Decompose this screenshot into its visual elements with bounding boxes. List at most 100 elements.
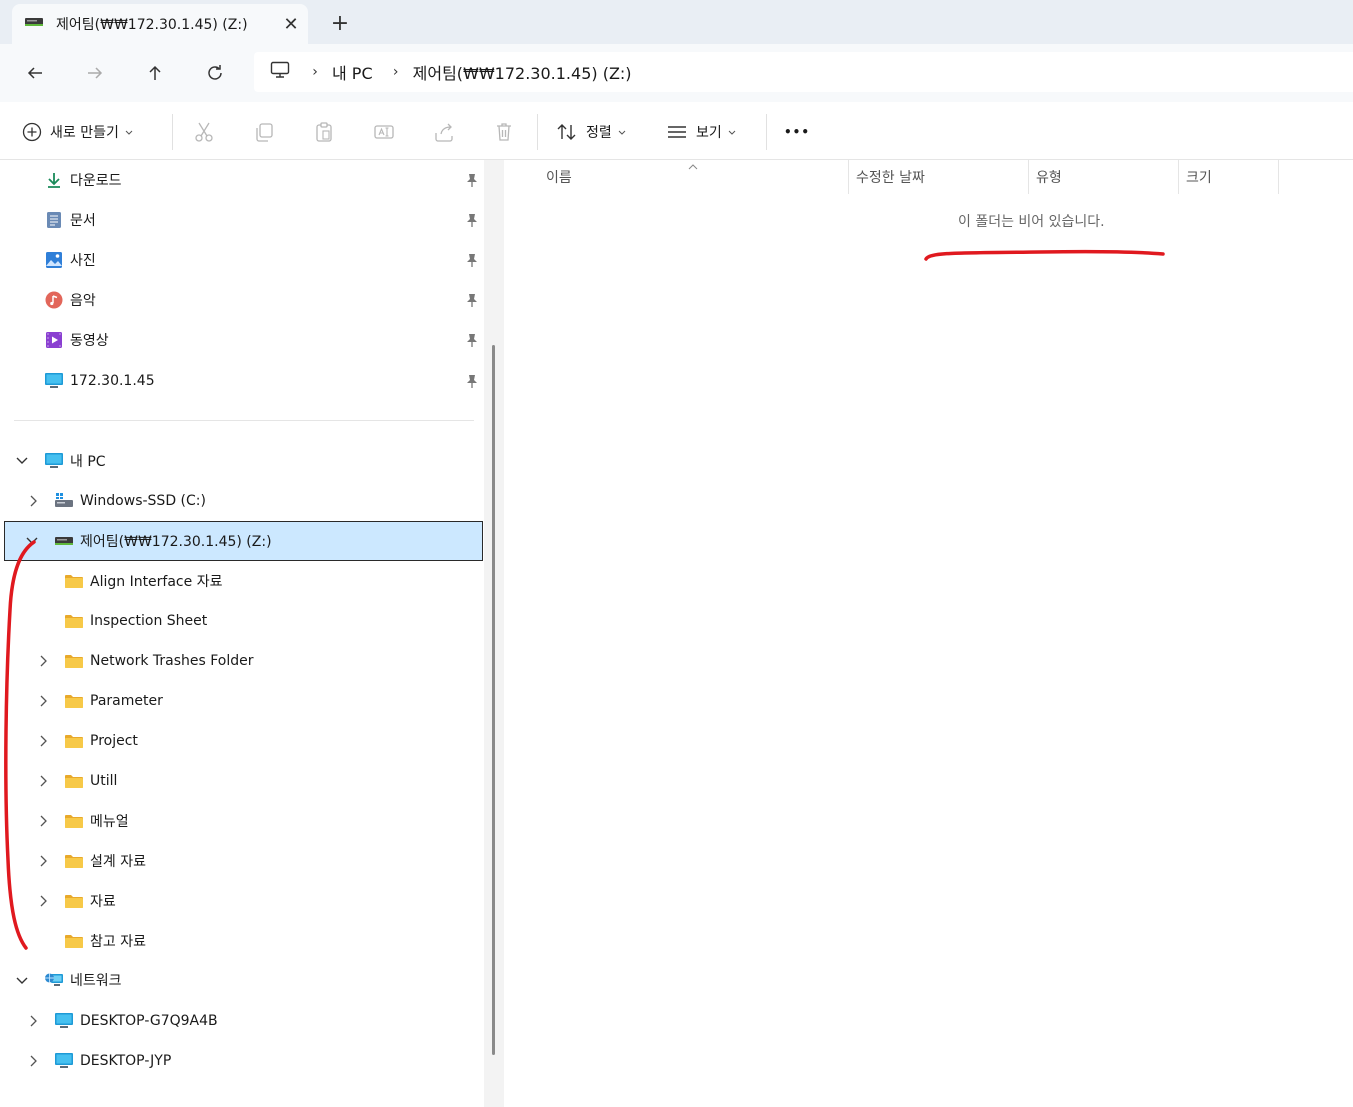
address-row: › 내 PC › 제어팀(₩₩172.30.1.45) (Z:) [0,44,1353,102]
cut-button[interactable] [193,114,215,150]
folder-icon [64,811,84,831]
tree-folder[interactable]: 메뉴얼 [64,801,129,841]
tab-close-icon[interactable]: ✕ [274,7,308,41]
tree-label: Align Interface 자료 [90,574,223,590]
sort-arrow-up-icon [688,158,698,174]
tree-label: 내 PC [70,454,106,470]
quick-access-network-pc[interactable]: 172.30.1.45 [44,361,155,401]
tree-label: DESKTOP-JYP [80,1053,172,1069]
chevron-right-icon[interactable] [36,853,52,869]
tree-z-drive[interactable]: 제어팀(₩₩172.30.1.45) (Z:) [54,521,272,561]
rename-button[interactable] [373,114,395,150]
tree-this-pc[interactable]: 내 PC [44,441,106,481]
copy-button[interactable] [253,114,275,150]
column-divider[interactable] [1278,160,1279,194]
document-icon [44,210,64,230]
quick-access-music[interactable]: 음악 [44,280,96,320]
address-bar[interactable]: › 내 PC › 제어팀(₩₩172.30.1.45) (Z:) [254,52,1353,92]
nav-scrollbar-thumb[interactable] [492,345,495,1055]
pin-icon[interactable] [462,371,482,391]
tree-c-drive[interactable]: Windows-SSD (C:) [54,481,206,521]
chevron-down-icon[interactable] [14,453,30,469]
pin-icon[interactable] [462,330,482,350]
chevron-right-icon[interactable] [36,773,52,789]
tree-label: Network Trashes Folder [90,653,254,669]
quick-access-videos[interactable]: 동영상 [44,320,109,360]
tree-folder[interactable]: Inspection Sheet [64,601,207,641]
tab-active[interactable]: 제어팀(₩₩172.30.1.45) (Z:) ✕ [12,4,308,44]
more-options-button[interactable]: ••• [784,114,810,150]
column-divider[interactable] [848,160,849,194]
pin-icon[interactable] [462,210,482,230]
chevron-down-icon[interactable] [24,533,40,549]
chevron-down-icon[interactable] [14,973,30,989]
back-button[interactable] [16,54,54,92]
tree-label: DESKTOP-G7Q9A4B [80,1013,218,1029]
toolbar-divider [537,114,538,150]
tree-folder[interactable]: Align Interface 자료 [64,561,222,601]
quick-access-pictures[interactable]: 사진 [44,240,96,280]
toolbar-divider [172,114,173,150]
quick-access-documents[interactable]: 문서 [44,200,96,240]
forward-button[interactable] [76,54,114,92]
view-button[interactable]: 보기 [666,114,736,150]
tree-network[interactable]: 네트워크 [44,960,122,1000]
paste-icon [316,122,332,142]
share-icon [435,123,453,142]
videos-icon [44,330,64,350]
column-divider[interactable] [1028,160,1029,194]
folder-icon [64,691,84,711]
cut-icon [195,122,213,142]
paste-button[interactable] [313,114,335,150]
breadcrumb-z-drive[interactable]: 제어팀(₩₩172.30.1.45) (Z:) [413,60,632,84]
chevron-right-icon[interactable] [36,813,52,829]
pin-icon[interactable] [462,170,482,190]
breadcrumb-separator[interactable]: › [298,64,332,80]
tree-folder[interactable]: Network Trashes Folder [64,641,254,681]
new-tab-button[interactable]: + [322,6,358,40]
up-button[interactable] [136,54,174,92]
tree-network-computer[interactable]: DESKTOP-JYP [54,1041,171,1081]
delete-button[interactable] [493,114,515,150]
tree-folder[interactable]: Project [64,721,138,761]
column-header-name[interactable]: 이름 [546,160,572,194]
tree-folder[interactable]: 자료 [64,881,116,921]
pictures-icon [44,250,64,270]
column-header-modified[interactable]: 수정한 날짜 [856,160,925,194]
breadcrumb-this-pc[interactable]: 내 PC [332,60,373,84]
pin-icon[interactable] [462,290,482,310]
share-button[interactable] [433,114,455,150]
pin-icon[interactable] [462,250,482,270]
chevron-right-icon[interactable] [36,893,52,909]
monitor-icon [44,451,64,471]
tree-folder[interactable]: 참고 자료 [64,921,146,961]
tree-label: Project [90,733,138,749]
chevron-right-icon[interactable] [26,1053,42,1069]
tree-label: Parameter [90,693,163,709]
chevron-right-icon[interactable] [36,693,52,709]
column-header-size[interactable]: 크기 [1186,160,1212,194]
tree-network-computer[interactable]: DESKTOP-G7Q9A4B [54,1001,218,1041]
chevron-right-icon[interactable] [26,493,42,509]
column-divider[interactable] [1178,160,1179,194]
sort-button[interactable]: 정렬 [556,114,626,150]
chevron-right-icon[interactable] [36,653,52,669]
tree-folder[interactable]: Utill [64,761,117,801]
quick-access-label: 172.30.1.45 [70,373,155,389]
folder-icon [64,851,84,871]
monitor-icon [54,1051,74,1071]
chevron-right-icon[interactable] [36,733,52,749]
annotation-stroke-tree [4,540,36,950]
tree-folder[interactable]: Parameter [64,681,163,721]
refresh-button[interactable] [196,54,234,92]
nav-divider [14,420,474,421]
tree-folder[interactable]: 설계 자료 [64,841,146,881]
column-header-type[interactable]: 유형 [1036,160,1062,194]
chevron-right-icon[interactable] [26,1013,42,1029]
quick-access-downloads[interactable]: 다운로드 [44,160,122,200]
breadcrumb-separator[interactable]: › [379,64,413,80]
trash-icon [497,123,511,141]
view-list-icon [668,126,686,138]
view-button-label: 보기 [696,125,722,141]
new-button[interactable]: 새로 만들기 [22,114,133,150]
